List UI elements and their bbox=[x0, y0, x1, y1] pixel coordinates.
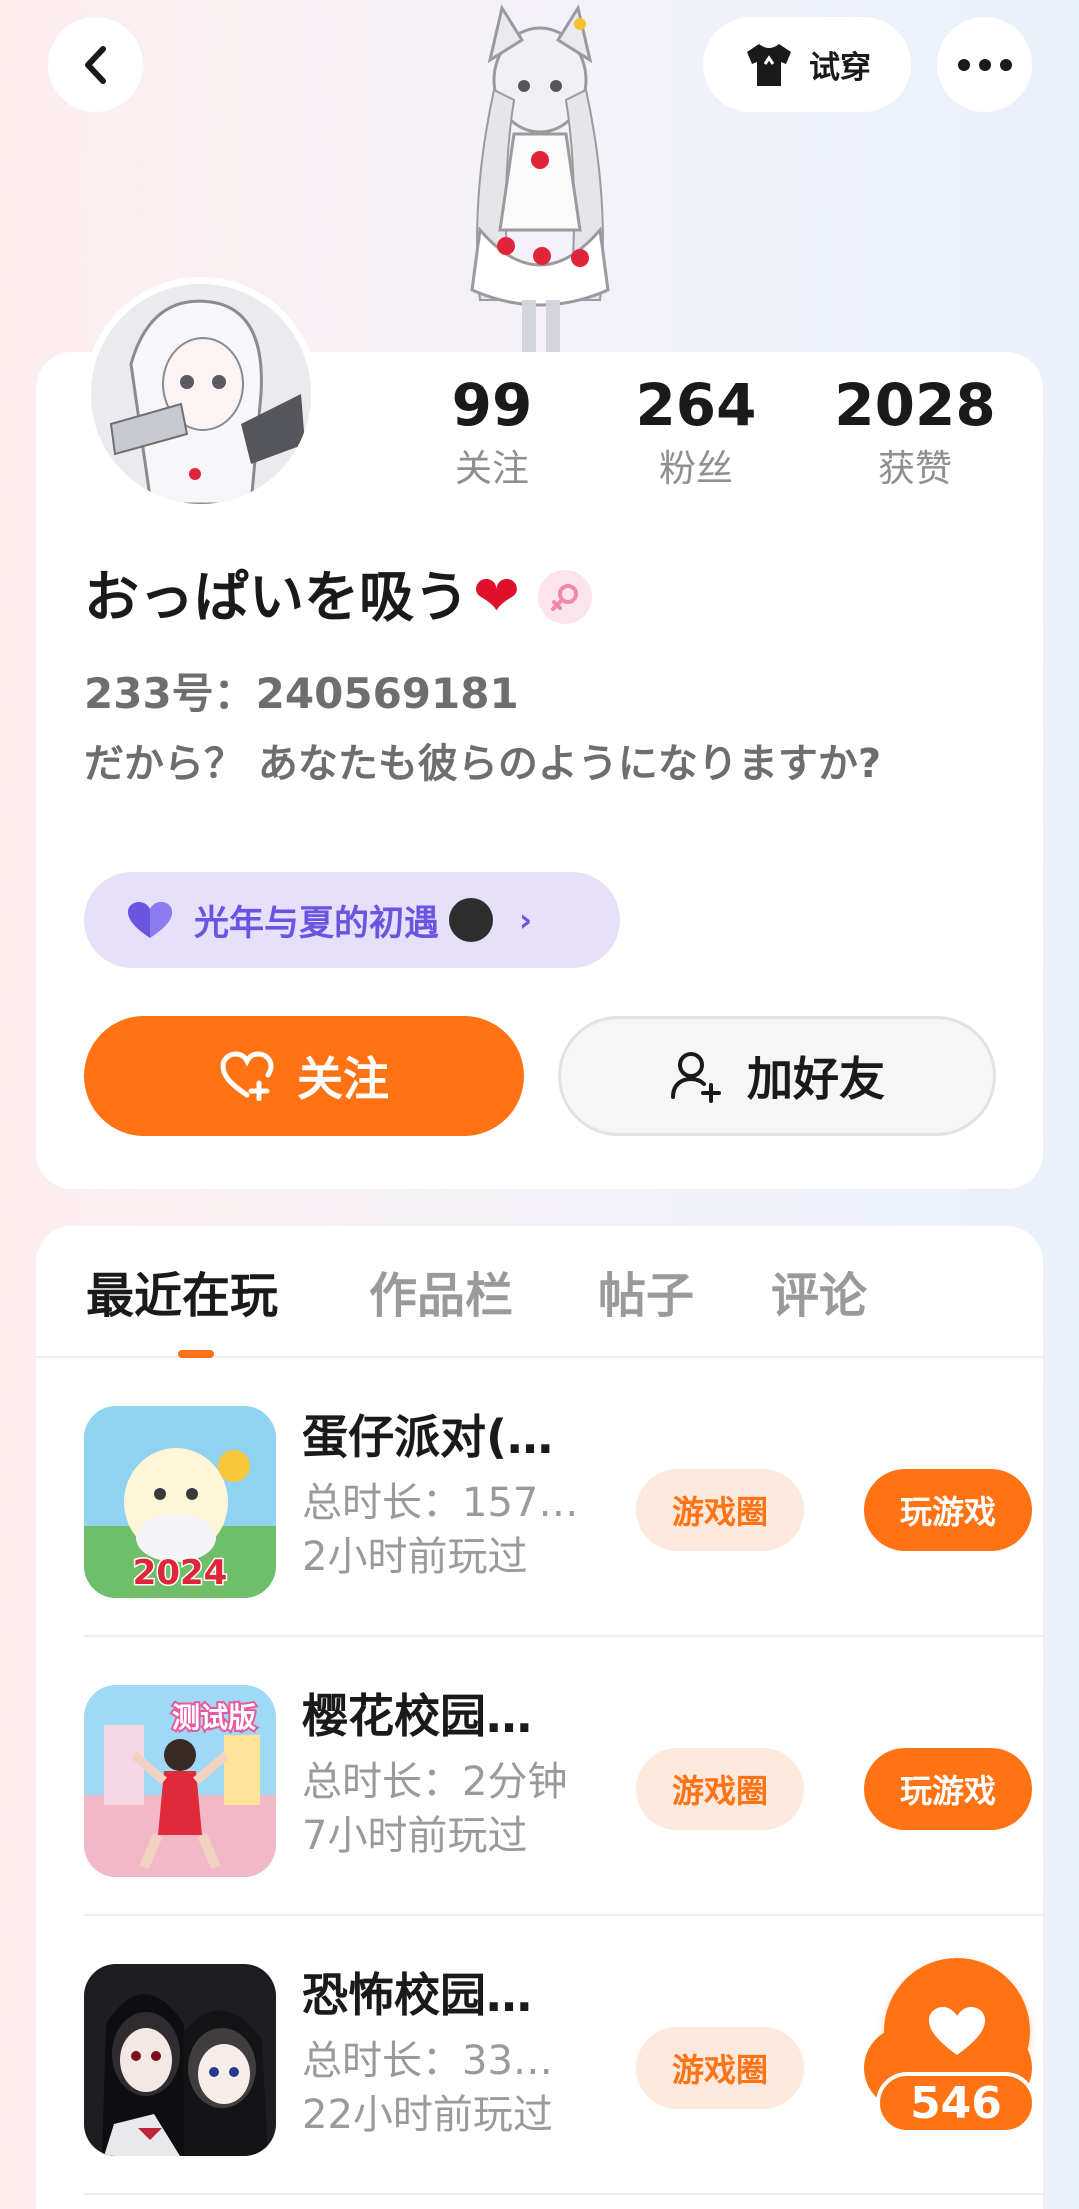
stat-value: 99 bbox=[451, 371, 533, 439]
tshirt-icon bbox=[747, 43, 791, 86]
more-dots-icon bbox=[957, 58, 1012, 71]
tab-posts[interactable]: 帖子 bbox=[598, 1266, 694, 1326]
game-badge: 2024 bbox=[133, 1553, 228, 1593]
user-id: 233号：240569181 bbox=[84, 669, 519, 718]
stat-label: 关注 bbox=[455, 447, 529, 490]
tab-comments[interactable]: 评论 bbox=[771, 1266, 867, 1326]
avatar-3d-figure[interactable] bbox=[430, 0, 650, 352]
follow-button[interactable]: 关注 bbox=[84, 1016, 524, 1136]
game-badge: 测试版 bbox=[172, 1701, 256, 1734]
stat-value: 2028 bbox=[834, 371, 996, 439]
user-bio: だから？ あなたも彼らのようになりますか? bbox=[84, 741, 882, 787]
game-duration: 总时长：2分钟 bbox=[302, 1759, 568, 1805]
name-row: おっぱいを吸う ❤ bbox=[84, 562, 592, 632]
heart-icon bbox=[128, 902, 172, 938]
name-heart-emoji: ❤ bbox=[473, 564, 520, 629]
avatar-image bbox=[91, 284, 311, 504]
user-name: おっぱいを吸う bbox=[84, 565, 470, 629]
game-circle-button[interactable]: 游戏圈 bbox=[636, 2027, 804, 2109]
like-count: 546 bbox=[876, 2072, 1036, 2134]
tab-indicator bbox=[178, 1350, 214, 1358]
add-user-icon bbox=[671, 1052, 721, 1103]
tab-bar: 最近在玩 作品栏 帖子 评论 bbox=[36, 1226, 1043, 1358]
game-last-played: 7小时前玩过 bbox=[302, 1813, 528, 1859]
tab-recent-play[interactable]: 最近在玩 bbox=[86, 1266, 278, 1326]
game-icon[interactable]: 测试版 bbox=[84, 1685, 276, 1877]
game-last-played: 2小时前玩过 bbox=[302, 1534, 528, 1580]
game-row[interactable]: 2024 蛋仔派对(… 总时长：157… 2小时前玩过 游戏圈 玩游戏 bbox=[84, 1358, 1044, 1637]
game-circle-button[interactable]: 游戏圈 bbox=[636, 1748, 804, 1830]
heart-plus-icon bbox=[220, 1051, 274, 1101]
add-friend-label: 加好友 bbox=[747, 1052, 885, 1106]
game-title: 樱花校园… bbox=[302, 1689, 532, 1743]
game-title: 蛋仔派对(… bbox=[302, 1410, 554, 1464]
game-icon[interactable] bbox=[84, 1964, 276, 2156]
game-last-played: 22小时前玩过 bbox=[302, 2092, 553, 2138]
avatar[interactable] bbox=[84, 277, 318, 511]
game-row[interactable]: 测试版 樱花校园… 总时长：2分钟 7小时前玩过 游戏圈 玩游戏 bbox=[84, 1637, 1044, 1916]
play-game-button[interactable]: 玩游戏 bbox=[864, 1748, 1032, 1830]
club-name: 光年与夏的初遇 bbox=[194, 903, 440, 944]
stat-following[interactable]: 99 关注 bbox=[407, 370, 577, 492]
back-button[interactable] bbox=[48, 17, 143, 112]
heart-icon bbox=[929, 2007, 985, 2055]
stat-label: 获赞 bbox=[878, 447, 952, 490]
game-duration: 总时长：33… bbox=[302, 2038, 553, 2084]
stat-value: 264 bbox=[635, 371, 757, 439]
try-on-label: 试穿 bbox=[809, 50, 871, 86]
game-circle-button[interactable]: 游戏圈 bbox=[636, 1469, 804, 1551]
stat-fans[interactable]: 264 粉丝 bbox=[611, 370, 781, 492]
play-game-button[interactable]: 玩游戏 bbox=[864, 1469, 1032, 1551]
more-button[interactable] bbox=[937, 17, 1032, 112]
chevron-left-icon bbox=[84, 45, 106, 84]
tab-works[interactable]: 作品栏 bbox=[369, 1266, 513, 1326]
chevron-right-icon: › bbox=[519, 901, 533, 939]
follow-label: 关注 bbox=[297, 1052, 389, 1106]
try-on-button[interactable]: 试穿 bbox=[703, 17, 911, 112]
game-title: 恐怖校园… bbox=[302, 1968, 532, 2022]
club-pill[interactable]: 光年与夏的初遇 › bbox=[84, 872, 620, 968]
game-icon[interactable]: 2024 bbox=[84, 1406, 276, 1598]
stat-likes[interactable]: 2028 获赞 bbox=[830, 370, 1000, 492]
stat-label: 粉丝 bbox=[659, 447, 733, 490]
add-friend-button[interactable]: 加好友 bbox=[558, 1016, 996, 1136]
female-icon bbox=[537, 570, 592, 624]
smirk-face-icon bbox=[449, 898, 494, 942]
game-duration: 总时长：157… bbox=[302, 1480, 579, 1526]
